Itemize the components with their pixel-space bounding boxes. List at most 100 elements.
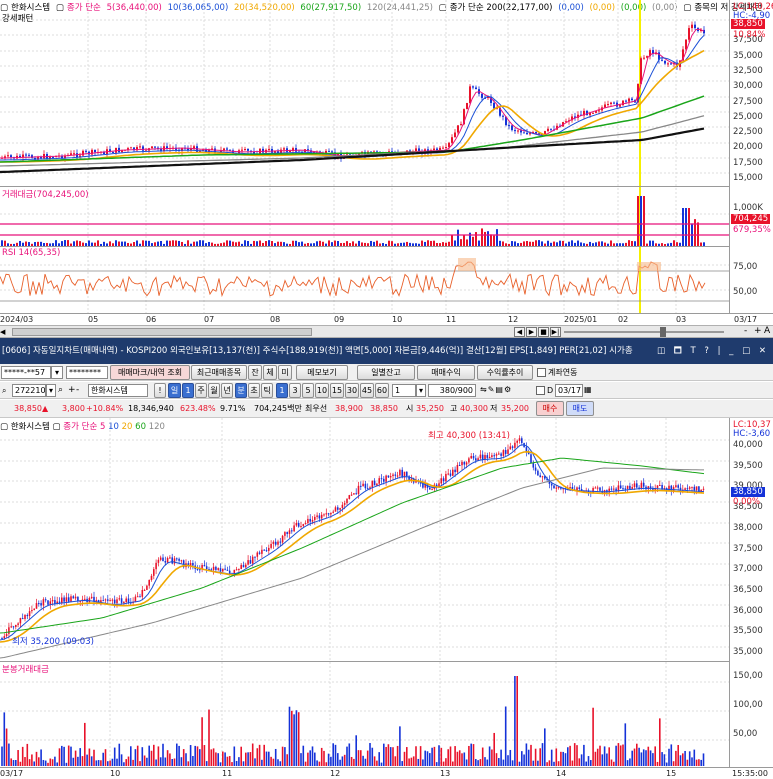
minute-candle: [309, 518, 311, 522]
period-second[interactable]: 초: [248, 383, 260, 398]
minute-volume-bar: [256, 748, 259, 766]
minute-volume-bar: [330, 756, 332, 766]
interval-10[interactable]: 10: [315, 383, 329, 398]
date-field[interactable]: 03/17: [555, 384, 583, 397]
period-week[interactable]: 주: [195, 383, 207, 398]
minute-volume-bar: [396, 745, 399, 766]
daily-chart-canvas[interactable]: [0, 0, 729, 313]
minute-volume-bar: [371, 747, 374, 766]
account-field[interactable]: *****-**57: [1, 366, 51, 379]
symbol-name-field[interactable]: 한화시스템: [88, 384, 148, 397]
buy-button[interactable]: 매수: [536, 401, 564, 416]
unfilled-button[interactable]: 미: [278, 365, 292, 380]
scroll-next-button[interactable]: ▶: [526, 327, 537, 337]
interval-45[interactable]: 45: [360, 383, 374, 398]
period-year[interactable]: 년: [221, 383, 233, 398]
window-titlebar[interactable]: [0606] 자동일지차트(매매내역) - KOSPI200 외국인보유[13,…: [0, 338, 773, 364]
zoom-track[interactable]: [564, 331, 724, 333]
panel-divider[interactable]: [0, 186, 729, 187]
chart-scrollbar[interactable]: ◀ ◀ ▶ ■ ▶| - + A: [0, 325, 773, 338]
minute-candle: [447, 473, 449, 475]
interval-60[interactable]: 60: [375, 383, 389, 398]
minute-volume-bar: [647, 746, 650, 766]
recent-trades-tab[interactable]: 최근매매종목: [191, 365, 247, 380]
period-month[interactable]: 월: [208, 383, 220, 398]
search-icon[interactable]: ⌕: [2, 386, 6, 396]
minute-volume-bar: [682, 753, 684, 766]
minute-candle: [502, 450, 505, 456]
minute-chart-canvas[interactable]: [0, 418, 729, 767]
sell-button[interactable]: 매도: [566, 401, 594, 416]
minute-volume-bar: [104, 749, 107, 766]
minute-volume-bar: [580, 754, 583, 766]
account-link-checkbox[interactable]: [537, 368, 546, 377]
minute-chart-panel[interactable]: ▢ 한화시스템 ▢ 종가 단순 5 10 20 60 120 최고 40,300…: [0, 418, 773, 779]
memo-button[interactable]: 메모보기: [296, 365, 348, 380]
period-tick[interactable]: 틱: [261, 383, 273, 398]
period-minute[interactable]: 분: [235, 383, 247, 398]
minute-volume-bar: [178, 745, 180, 766]
scroll-thumb[interactable]: [12, 328, 312, 336]
interval-3[interactable]: 3: [289, 383, 301, 398]
trade-mark-tab[interactable]: 매매마크/내역 조회: [110, 365, 190, 380]
zoom-out-button[interactable]: -: [744, 326, 747, 336]
minute-volume-bar: [498, 758, 500, 766]
daily-candle: [628, 98, 630, 102]
daily-candle: [694, 24, 696, 29]
plus-icon[interactable]: +: [68, 385, 76, 395]
minute-ma60-line: [0, 457, 705, 634]
daily-balance-button[interactable]: 일별잔고: [357, 365, 415, 380]
chart-tools-icons[interactable]: ⇋✎▤⚙: [480, 385, 512, 394]
daily-candle: [481, 93, 483, 98]
minute-volume-bar: [504, 706, 507, 766]
minute-volume-bar: [537, 760, 539, 766]
period-day[interactable]: 일: [168, 383, 181, 398]
symbol-code-field[interactable]: 272210: [12, 384, 46, 397]
daily-volume-bar: [472, 236, 474, 246]
calendar-icon[interactable]: ▦: [584, 385, 592, 394]
return-trend-button[interactable]: 수익률추이: [477, 365, 533, 380]
minute-candle: [521, 438, 523, 443]
zoom-thumb[interactable]: [660, 327, 666, 337]
alert-button[interactable]: !: [154, 383, 166, 398]
minute-candle: [109, 600, 111, 602]
filled-button[interactable]: 체: [263, 365, 277, 380]
password-field[interactable]: ********: [66, 366, 108, 379]
interval-5[interactable]: 5: [302, 383, 314, 398]
search-icon[interactable]: ⌕: [58, 385, 63, 395]
minute-candle: [479, 454, 482, 459]
count-select[interactable]: 1: [392, 384, 416, 397]
daily-candle: [547, 128, 549, 132]
count-dropdown-icon[interactable]: ▾: [416, 384, 426, 397]
panel-divider[interactable]: [0, 661, 729, 662]
minus-icon[interactable]: -: [76, 385, 79, 395]
minute-volume-bar: [162, 743, 164, 766]
minute-volume-bar: [212, 748, 215, 766]
account-dropdown-icon[interactable]: ▾: [51, 366, 63, 379]
scroll-prev-button[interactable]: ◀: [514, 327, 525, 337]
trade-profit-button[interactable]: 매매수익: [417, 365, 475, 380]
scroll-left-icon[interactable]: ◀: [0, 327, 10, 337]
symbol-dropdown-icon[interactable]: ▾: [46, 384, 56, 397]
minute-candle: [622, 488, 624, 490]
minute-volume-bar: [118, 743, 121, 766]
price-tick: 25,000: [733, 111, 763, 122]
auto-button[interactable]: A: [764, 326, 770, 336]
interval-15[interactable]: 15: [330, 383, 344, 398]
interval-1[interactable]: 1: [276, 383, 288, 398]
period-count[interactable]: 1: [182, 383, 194, 398]
daily-chart-panel[interactable]: ▢ 한화시스템 ▢ 종가 단순 5(36,440,00) 10(36,065,00)…: [0, 0, 773, 325]
window-controls[interactable]: ◫ 🗖 T ? | _ □ ✕: [653, 338, 769, 364]
zoom-in-button[interactable]: +: [754, 326, 762, 336]
panel-divider[interactable]: [0, 246, 729, 247]
range-field[interactable]: 380/900: [428, 384, 476, 397]
interval-30[interactable]: 30: [345, 383, 359, 398]
minute-candle: [557, 487, 560, 489]
date-checkbox[interactable]: [536, 386, 545, 395]
scroll-stop-button[interactable]: ■: [538, 327, 549, 337]
minute-volume-bar: [42, 759, 45, 766]
scroll-end-button[interactable]: ▶|: [550, 327, 561, 337]
balance-button[interactable]: 잔: [248, 365, 262, 380]
minute-time-axis: 03/17 10 11 12 13 14 15 15:35:00: [0, 767, 773, 779]
minute-volume-bar: [341, 756, 344, 766]
